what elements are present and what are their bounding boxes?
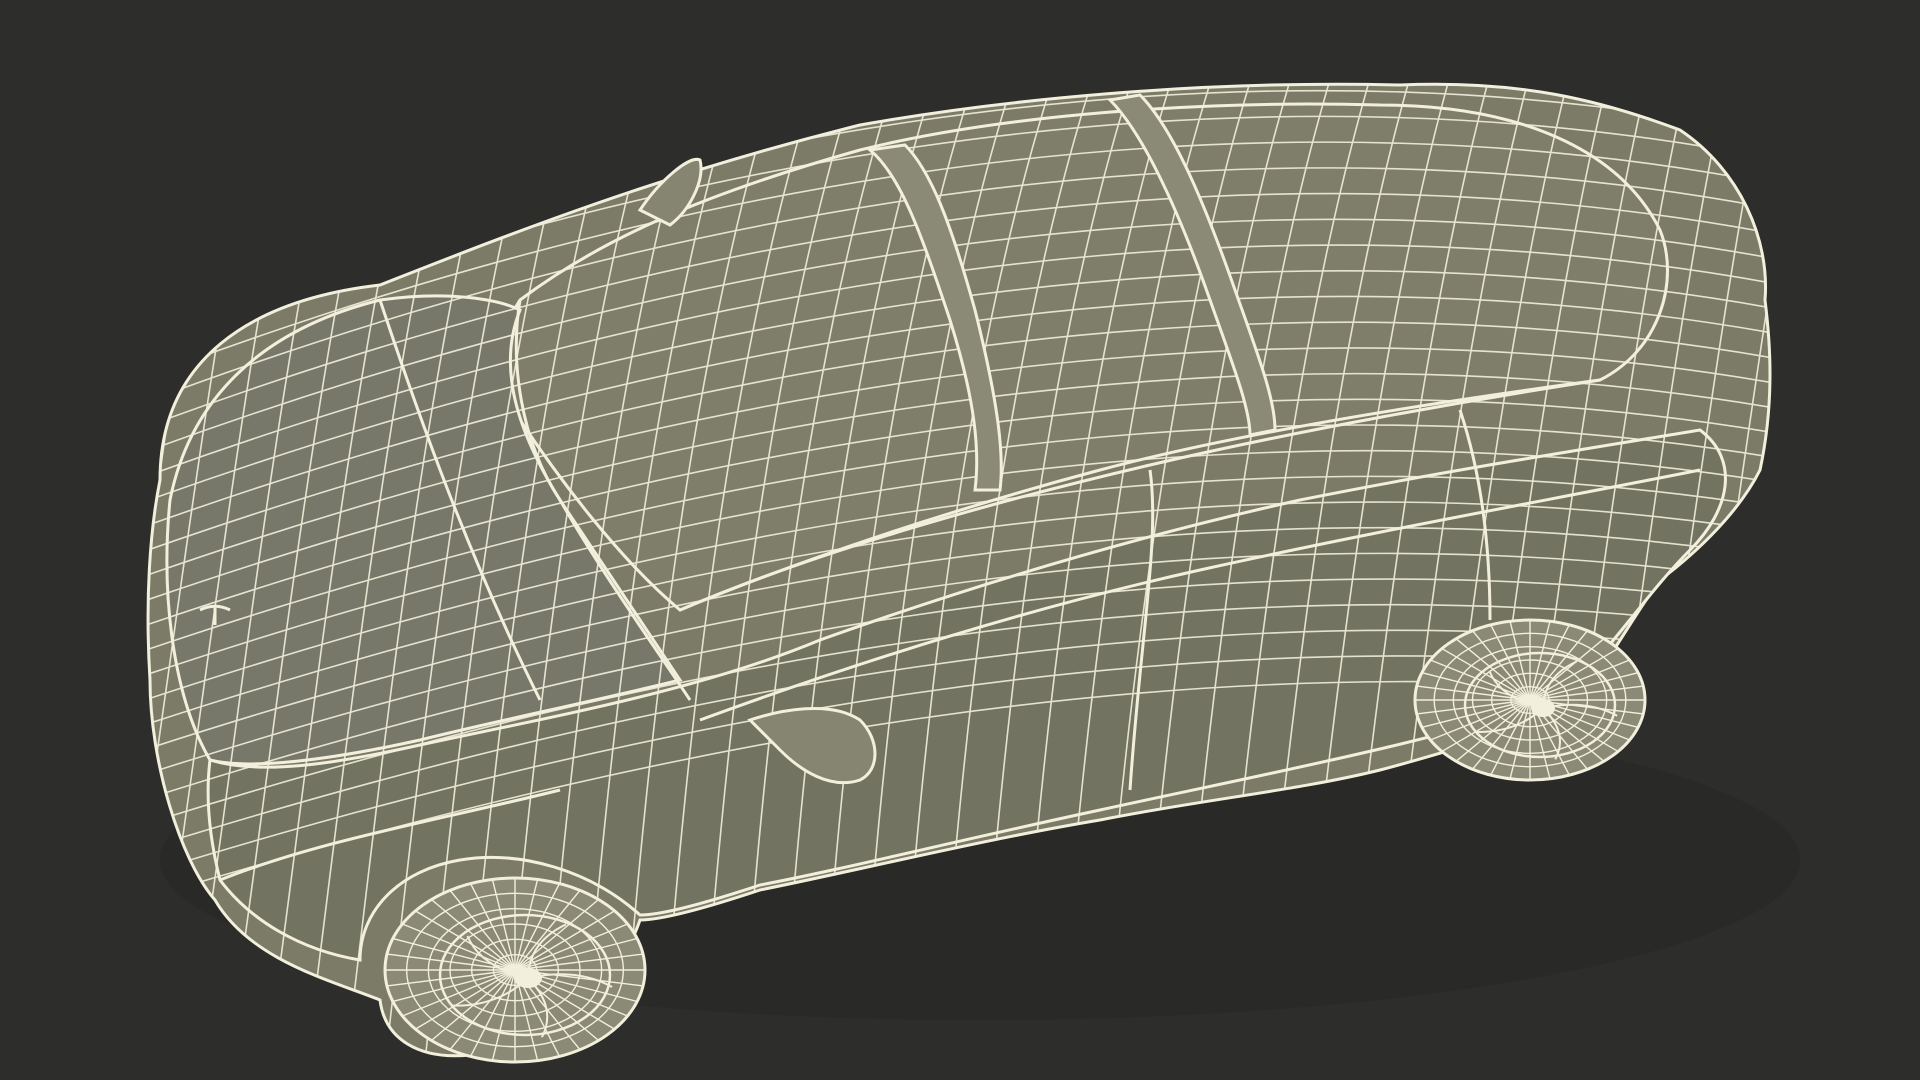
car-wireframe (146, 82, 1800, 1064)
rear-wheel (1413, 618, 1647, 782)
render-viewport (0, 0, 1920, 1080)
front-wheel (383, 876, 647, 1064)
